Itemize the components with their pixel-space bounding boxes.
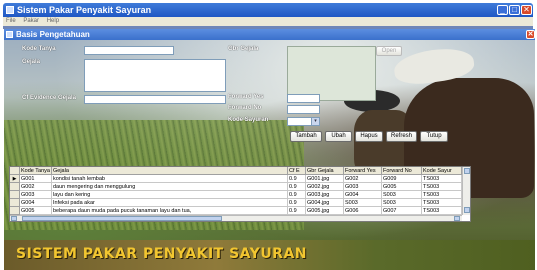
table-cell[interactable]: 0.9 <box>288 207 306 215</box>
table-row[interactable]: G005 beberapa daun muda pada pucuk tanam… <box>10 207 470 215</box>
table-cell[interactable]: G001 <box>20 175 52 183</box>
row-indicator <box>10 191 20 199</box>
refresh-button[interactable]: Refresh <box>386 131 417 142</box>
col-header[interactable]: Forward Yes <box>344 167 382 175</box>
tutup-button[interactable]: Tutup <box>420 131 448 142</box>
table-cell[interactable]: G003 <box>20 191 52 199</box>
table-cell[interactable]: TS003 <box>422 199 462 207</box>
table-cell[interactable]: G005.jpg <box>306 207 344 215</box>
kode-sayuran-combo[interactable]: ▾ <box>287 117 320 126</box>
scroll-up-icon[interactable] <box>464 168 470 174</box>
row-indicator-header <box>10 167 20 175</box>
label-forward-yes: Forward Yes <box>228 94 264 100</box>
chevron-down-icon[interactable]: ▾ <box>311 118 319 125</box>
col-header[interactable]: Kode Sayur <box>422 167 462 175</box>
menu-bar: File Pakar Help <box>3 17 533 26</box>
app-title-bar: Sistem Pakar Penyakit Sayuran <box>3 3 533 17</box>
gejala-textarea[interactable] <box>84 59 226 92</box>
scroll-right-icon[interactable] <box>454 216 460 221</box>
col-header[interactable]: Gbr Gejala <box>306 167 344 175</box>
table-cell[interactable]: TS003 <box>422 183 462 191</box>
minimize-button[interactable]: _ <box>497 5 508 15</box>
table-row[interactable]: G002 daun mengering dan menggulung 0.9 G… <box>10 183 470 191</box>
col-header[interactable]: Forward No <box>382 167 422 175</box>
table-cell[interactable]: G005 <box>20 207 52 215</box>
table-cell[interactable]: TS003 <box>422 175 462 183</box>
table-cell[interactable]: G004 <box>20 199 52 207</box>
table-cell[interactable]: G007 <box>382 207 422 215</box>
table-cell[interactable]: 0.9 <box>288 191 306 199</box>
form-title: Basis Pengetahuan <box>16 30 90 39</box>
forward-yes-input[interactable] <box>287 94 320 103</box>
col-header[interactable]: Kode Tanya <box>20 167 52 175</box>
row-pointer-icon: ▶ <box>10 175 20 183</box>
table-cell[interactable]: G002.jpg <box>306 183 344 191</box>
form-icon <box>6 31 13 38</box>
table-cell[interactable]: G003 <box>344 183 382 191</box>
table-cell[interactable]: G004.jpg <box>306 199 344 207</box>
cf-evidence-input[interactable] <box>84 95 226 104</box>
table-cell[interactable]: Infeksi pada akar <box>52 199 288 207</box>
form-close-button[interactable]: ✕ <box>526 30 535 39</box>
col-header[interactable]: Cf E <box>288 167 306 175</box>
gejala-image-box <box>287 46 376 101</box>
table-cell[interactable]: G002 <box>20 183 52 191</box>
menu-file[interactable]: File <box>6 18 16 24</box>
label-gbr-gejala: Gbr Gejala <box>228 46 259 52</box>
row-indicator <box>10 183 20 191</box>
col-header[interactable]: Gejala <box>52 167 288 175</box>
table-cell[interactable]: kondisi tanah lembab <box>52 175 288 183</box>
table-cell[interactable]: S003 <box>382 199 422 207</box>
row-indicator <box>10 207 20 215</box>
scroll-down-icon[interactable] <box>464 207 470 213</box>
label-forward-no: Forward No <box>228 105 262 111</box>
table-cell[interactable]: TS003 <box>422 207 462 215</box>
table-cell[interactable]: G004 <box>344 191 382 199</box>
forward-no-input[interactable] <box>287 105 320 114</box>
table-cell[interactable]: beberapa daun muda pada pucuk tanaman la… <box>52 207 288 215</box>
table-cell[interactable]: layu dan kering <box>52 191 288 199</box>
menu-help[interactable]: Help <box>47 18 59 24</box>
table-cell[interactable]: G009 <box>382 175 422 183</box>
horizontal-scrollbar[interactable] <box>10 215 462 221</box>
tambah-button[interactable]: Tambah <box>290 131 322 142</box>
table-row[interactable]: G003 layu dan kering 0.9 G003.jpg G004 S… <box>10 191 470 199</box>
table-cell[interactable]: G002 <box>344 175 382 183</box>
table-cell[interactable]: TS003 <box>422 191 462 199</box>
scroll-left-icon[interactable] <box>11 216 17 221</box>
grid-header-row: Kode Tanya Gejala Cf E Gbr Gejala Forwar… <box>10 167 470 175</box>
app-icon <box>6 6 14 14</box>
table-cell[interactable]: 0.9 <box>288 199 306 207</box>
table-cell[interactable]: S003 <box>344 199 382 207</box>
table-row[interactable]: ▶ G001 kondisi tanah lembab 0.9 G001.jpg… <box>10 175 470 183</box>
maximize-button[interactable]: □ <box>509 5 520 15</box>
scroll-thumb[interactable] <box>22 216 222 221</box>
label-cf-evidence: Cf Evidence Gejala <box>22 95 77 101</box>
vertical-scrollbar[interactable] <box>462 167 470 215</box>
form-title-bar: Basis Pengetahuan ✕ <box>4 29 535 40</box>
table-row[interactable]: G004 Infeksi pada akar 0.9 G004.jpg S003… <box>10 199 470 207</box>
row-indicator <box>10 199 20 207</box>
hapus-button[interactable]: Hapus <box>355 131 383 142</box>
table-cell[interactable]: G005 <box>382 183 422 191</box>
app-title: Sistem Pakar Penyakit Sayuran <box>17 5 152 15</box>
banner-title: SISTEM PAKAR PENYAKIT SAYURAN <box>16 246 308 262</box>
table-cell[interactable]: 0.9 <box>288 175 306 183</box>
table-cell[interactable]: G001.jpg <box>306 175 344 183</box>
close-window-button[interactable]: ✕ <box>521 5 532 15</box>
table-cell[interactable]: G006 <box>344 207 382 215</box>
table-cell[interactable]: G003.jpg <box>306 191 344 199</box>
table-cell[interactable]: daun mengering dan menggulung <box>52 183 288 191</box>
label-kode-tanya: Kode Tanya <box>22 46 56 52</box>
data-grid[interactable]: Kode Tanya Gejala Cf E Gbr Gejala Forwar… <box>9 166 471 222</box>
ubah-button[interactable]: Ubah <box>325 131 352 142</box>
open-button[interactable]: Open <box>376 46 402 56</box>
label-gejala: Gejala <box>22 59 41 65</box>
table-cell[interactable]: 0.9 <box>288 183 306 191</box>
label-kode-sayuran: Kode Sayuran <box>228 117 269 123</box>
table-cell[interactable]: S003 <box>382 191 422 199</box>
menu-pakar[interactable]: Pakar <box>23 18 39 24</box>
kode-tanya-input[interactable] <box>84 46 174 55</box>
form-area: Kode Tanya Gejala Cf Evidence Gejala Gbr… <box>4 40 535 270</box>
